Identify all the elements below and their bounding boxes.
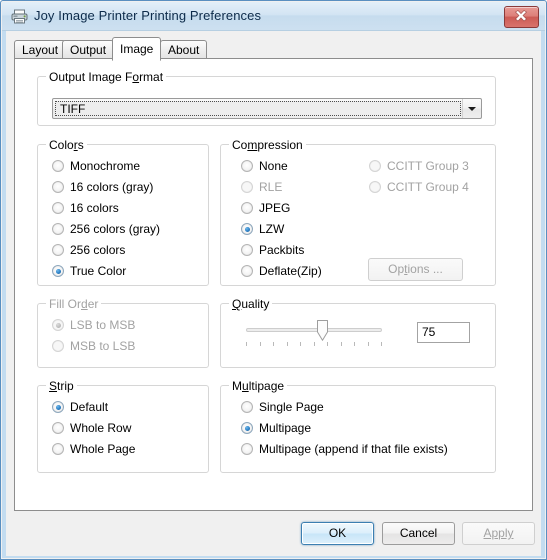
group-label-strip: Strip xyxy=(46,379,77,393)
group-fill-order: Fill Order LSB to MSB MSB to LSB xyxy=(37,297,209,368)
tab-image[interactable]: Image xyxy=(112,37,162,61)
radio-dot xyxy=(52,443,64,455)
quality-slider-thumb[interactable] xyxy=(317,320,328,341)
radio-dot xyxy=(52,202,64,214)
quality-slider-track[interactable] xyxy=(246,328,382,332)
radio-label: Multipage (append if that file exists) xyxy=(259,442,448,456)
group-label-quality: Quality xyxy=(229,297,273,311)
combobox-dropdown-button[interactable] xyxy=(462,99,481,118)
radio-dot xyxy=(241,401,253,413)
group-colors: Colors Monochrome 16 colors (gray) 16 co… xyxy=(37,138,209,286)
radio-label: Whole Row xyxy=(70,421,132,435)
dialog-window: Joy Image Printer Printing Preferences L… xyxy=(0,0,547,560)
radio-dot xyxy=(52,244,64,256)
output-image-format-combobox[interactable]: TIFF xyxy=(52,98,482,119)
radio-dot xyxy=(241,202,253,214)
radio-dot xyxy=(52,401,64,413)
close-icon xyxy=(515,10,527,22)
radio-dot xyxy=(369,181,381,193)
quality-value-input[interactable]: 75 xyxy=(417,322,470,343)
radio-label: Packbits xyxy=(259,243,305,257)
client-area: Layout Output Image About Output Image F… xyxy=(6,31,541,556)
radio-label: 256 colors (gray) xyxy=(70,222,161,236)
compression-options-button: Options ... xyxy=(368,258,463,281)
radio-label: Multipage xyxy=(259,421,312,435)
radio-dot xyxy=(241,422,253,434)
apply-button-label: Apply xyxy=(483,526,514,540)
chevron-down-icon xyxy=(468,107,476,111)
radio-label: CCITT Group 3 xyxy=(387,159,469,173)
tab-about[interactable]: About xyxy=(160,40,208,59)
radio-dot xyxy=(241,265,253,277)
radio-dot xyxy=(52,265,64,277)
group-label-compression: Compression xyxy=(229,138,306,152)
radio-dot xyxy=(241,244,253,256)
dialog-footer: OK Cancel Apply xyxy=(6,515,541,556)
ok-button[interactable]: OK xyxy=(301,522,374,545)
radio-label: Deflate(Zip) xyxy=(259,264,322,278)
group-label-fill-order: Fill Order xyxy=(46,297,102,311)
radio-dot xyxy=(52,160,64,172)
radio-dot xyxy=(52,340,64,352)
options-button-label-pre: Op xyxy=(388,262,405,276)
radio-label: Whole Page xyxy=(70,442,136,456)
combobox-focus-rect: TIFF xyxy=(55,101,461,116)
radio-label: LZW xyxy=(259,222,285,236)
printer-icon xyxy=(11,9,28,24)
quality-slider-ticks xyxy=(246,342,382,347)
radio-label: RLE xyxy=(259,180,283,194)
group-compression: Compression None RLE JPEG LZW Packbits D… xyxy=(220,138,496,286)
group-label-output-image-format: Output Image Format xyxy=(46,70,167,84)
radio-dot xyxy=(52,223,64,235)
window-title: Joy Image Printer Printing Preferences xyxy=(34,8,262,23)
radio-label: Monochrome xyxy=(70,159,141,173)
group-label-colors: Colors xyxy=(46,138,87,152)
combobox-selected-value: TIFF xyxy=(60,102,86,116)
radio-dot xyxy=(52,181,64,193)
close-button[interactable] xyxy=(504,6,539,28)
group-multipage: Multipage Single Page Multipage Multipag… xyxy=(220,379,496,473)
title-bar: Joy Image Printer Printing Preferences xyxy=(2,2,545,31)
radio-label: True Color xyxy=(70,264,127,278)
radio-dot xyxy=(241,443,253,455)
radio-dot xyxy=(241,223,253,235)
group-quality: Quality 75 xyxy=(220,297,496,368)
radio-label: CCITT Group 4 xyxy=(387,180,469,194)
radio-dot xyxy=(52,319,64,331)
radio-label: 256 colors xyxy=(70,243,126,257)
group-output-image-format: Output Image Format TIFF xyxy=(37,70,496,126)
radio-label: Default xyxy=(70,400,109,414)
radio-label: MSB to LSB xyxy=(70,339,136,353)
radio-label: LSB to MSB xyxy=(70,318,136,332)
quality-value-text: 75 xyxy=(422,325,436,339)
radio-dot xyxy=(241,181,253,193)
radio-label: Single Page xyxy=(259,400,324,414)
options-button-label-post: ions ... xyxy=(407,262,443,276)
group-strip: Strip Default Whole Row Whole Page xyxy=(37,379,209,473)
cancel-button[interactable]: Cancel xyxy=(382,522,455,545)
radio-label: 16 colors (gray) xyxy=(70,180,154,194)
radio-label: JPEG xyxy=(259,201,291,215)
radio-label: None xyxy=(259,159,288,173)
tab-output[interactable]: Output xyxy=(62,40,115,59)
radio-dot xyxy=(52,422,64,434)
radio-dot xyxy=(241,160,253,172)
apply-button: Apply xyxy=(462,522,535,545)
tab-layout[interactable]: Layout xyxy=(14,40,67,59)
tab-panel-image: Output Image Format TIFF Colors Monochro… xyxy=(14,58,533,511)
group-label-multipage: Multipage xyxy=(229,379,288,393)
radio-label: 16 colors xyxy=(70,201,119,215)
radio-dot xyxy=(369,160,381,172)
